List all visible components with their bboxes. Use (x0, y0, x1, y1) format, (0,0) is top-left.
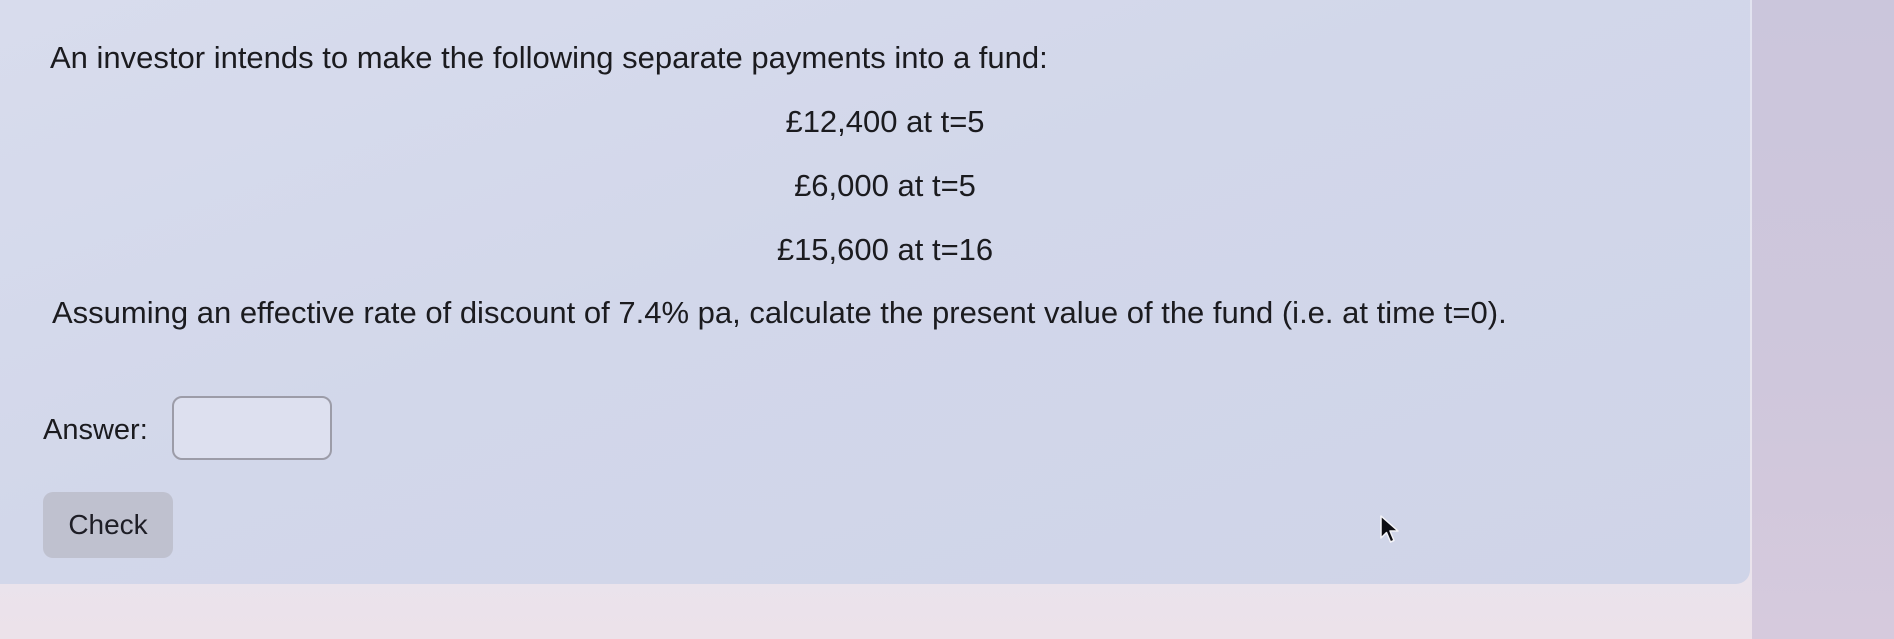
payment-item: £15,600 at t=16 (776, 232, 994, 267)
question-task: Assuming an effective rate of discount o… (52, 295, 1507, 330)
check-button[interactable]: Check (43, 492, 173, 558)
question-card: An investor intends to make the followin… (0, 0, 1750, 584)
payment-item: £6,000 at t=5 (794, 168, 976, 203)
payments-list: £12,400 at t=5 £6,000 at t=5 £15,600 at … (0, 100, 1770, 292)
answer-label: Answer: (43, 414, 148, 446)
mouse-pointer-icon (1380, 515, 1399, 543)
answer-input[interactable] (172, 396, 332, 460)
background-strip (1752, 0, 1894, 639)
question-intro: An investor intends to make the followin… (50, 40, 1048, 75)
payment-item: £12,400 at t=5 (785, 104, 985, 139)
